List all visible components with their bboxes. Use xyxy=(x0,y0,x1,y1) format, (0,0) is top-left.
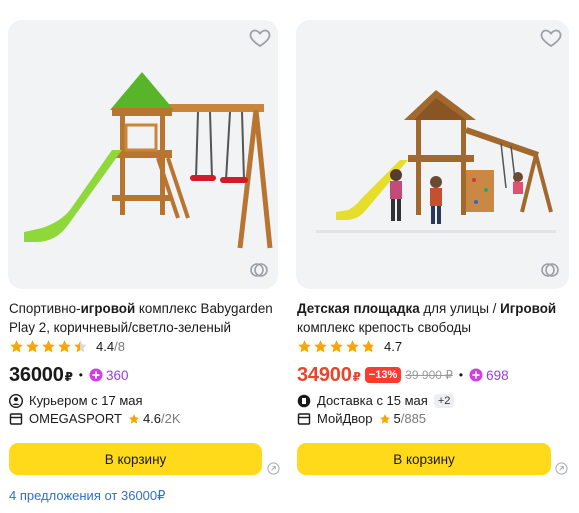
star-icon xyxy=(298,339,311,352)
product-title-1[interactable]: Спортивно-игровой комплекс Babygarden Pl… xyxy=(9,299,279,337)
separator-dot: • xyxy=(458,368,464,382)
star-icon xyxy=(42,339,55,352)
rating-value: 4.4/8 xyxy=(96,338,125,354)
product-image-2[interactable] xyxy=(296,20,569,289)
product-image-1[interactable] xyxy=(8,20,278,289)
rating-stars xyxy=(9,339,88,354)
shop-name[interactable]: МойДвор xyxy=(317,411,373,426)
plus-points: 360 xyxy=(89,368,129,383)
title-text: Спортивно- xyxy=(9,301,81,316)
old-price: 39 900 ₽ xyxy=(405,368,453,382)
delivery-info-1: Курьером с 17 мая xyxy=(9,393,143,408)
price: 36000₽ xyxy=(9,363,73,386)
star-icon xyxy=(58,339,71,352)
star-icon xyxy=(10,339,23,352)
star-icon xyxy=(379,413,390,424)
add-to-cart-button[interactable]: В корзину xyxy=(297,443,551,475)
delivery-icon xyxy=(297,394,311,407)
delivery-extra-badge: +2 xyxy=(433,393,455,408)
star-icon xyxy=(346,339,359,352)
plus-icon xyxy=(89,368,103,382)
store-icon xyxy=(9,412,23,425)
external-link-icon[interactable] xyxy=(555,462,568,475)
separator-dot: • xyxy=(78,368,83,382)
shop-reviews: /885 xyxy=(400,411,427,426)
star-icon xyxy=(330,339,343,352)
title-text: для улицы / xyxy=(419,301,501,316)
discount-badge: −13% xyxy=(364,367,402,383)
star-icon xyxy=(362,339,375,352)
compare-icon[interactable] xyxy=(248,259,270,281)
plus-icon xyxy=(469,368,483,382)
rating-row-1: 4.4/8 xyxy=(9,337,125,355)
rating-value: 4.7 xyxy=(384,338,403,354)
price-row-2: 34900₽ −13% 39 900 ₽ • 698 xyxy=(297,362,509,388)
shop-name[interactable]: OMEGASPORT xyxy=(29,411,122,426)
product-card-2[interactable]: Детская площадка для улицы / Игровой ком… xyxy=(296,0,570,513)
shop-info-1[interactable]: OMEGASPORT 4.6/2K xyxy=(9,411,181,426)
title-highlight: игровой xyxy=(80,301,136,316)
title-highlight: Детская площадка xyxy=(297,301,420,316)
add-to-cart-button[interactable]: В корзину xyxy=(9,443,262,475)
external-link-icon[interactable] xyxy=(267,462,280,475)
product-title-2[interactable]: Детская площадка для улицы / Игровой ком… xyxy=(297,299,567,337)
product-card-1[interactable]: Спортивно-игровой комплекс Babygarden Pl… xyxy=(8,0,280,513)
shop-reviews: /2K xyxy=(161,411,181,426)
half-star-icon xyxy=(74,339,87,352)
offers-link[interactable]: 4 предложения от 36000₽ xyxy=(9,488,165,504)
shop-rating: 5 xyxy=(393,411,401,426)
playground-image xyxy=(296,20,569,289)
delivery-info-2: Доставка с 15 мая +2 xyxy=(297,393,455,408)
star-icon xyxy=(314,339,327,352)
compare-icon[interactable] xyxy=(539,259,561,281)
shop-rating: 4.6 xyxy=(142,411,162,426)
price-row-1: 36000₽ • 360 xyxy=(9,362,129,388)
rating-row-2: 4.7 xyxy=(297,337,402,355)
title-text: комплекс крепость свободы xyxy=(297,320,471,335)
store-icon xyxy=(297,412,311,425)
title-highlight: Игровой xyxy=(500,301,557,316)
star-icon xyxy=(128,413,139,424)
star-icon xyxy=(26,339,39,352)
plus-points: 698 xyxy=(469,368,509,383)
price: 34900₽ xyxy=(297,363,361,386)
playground-image xyxy=(8,20,278,289)
heart-icon[interactable] xyxy=(248,26,272,50)
shop-info-2[interactable]: МойДвор 5/885 xyxy=(297,411,426,426)
rating-stars xyxy=(297,339,376,354)
courier-icon xyxy=(9,393,23,408)
heart-icon[interactable] xyxy=(539,26,563,50)
